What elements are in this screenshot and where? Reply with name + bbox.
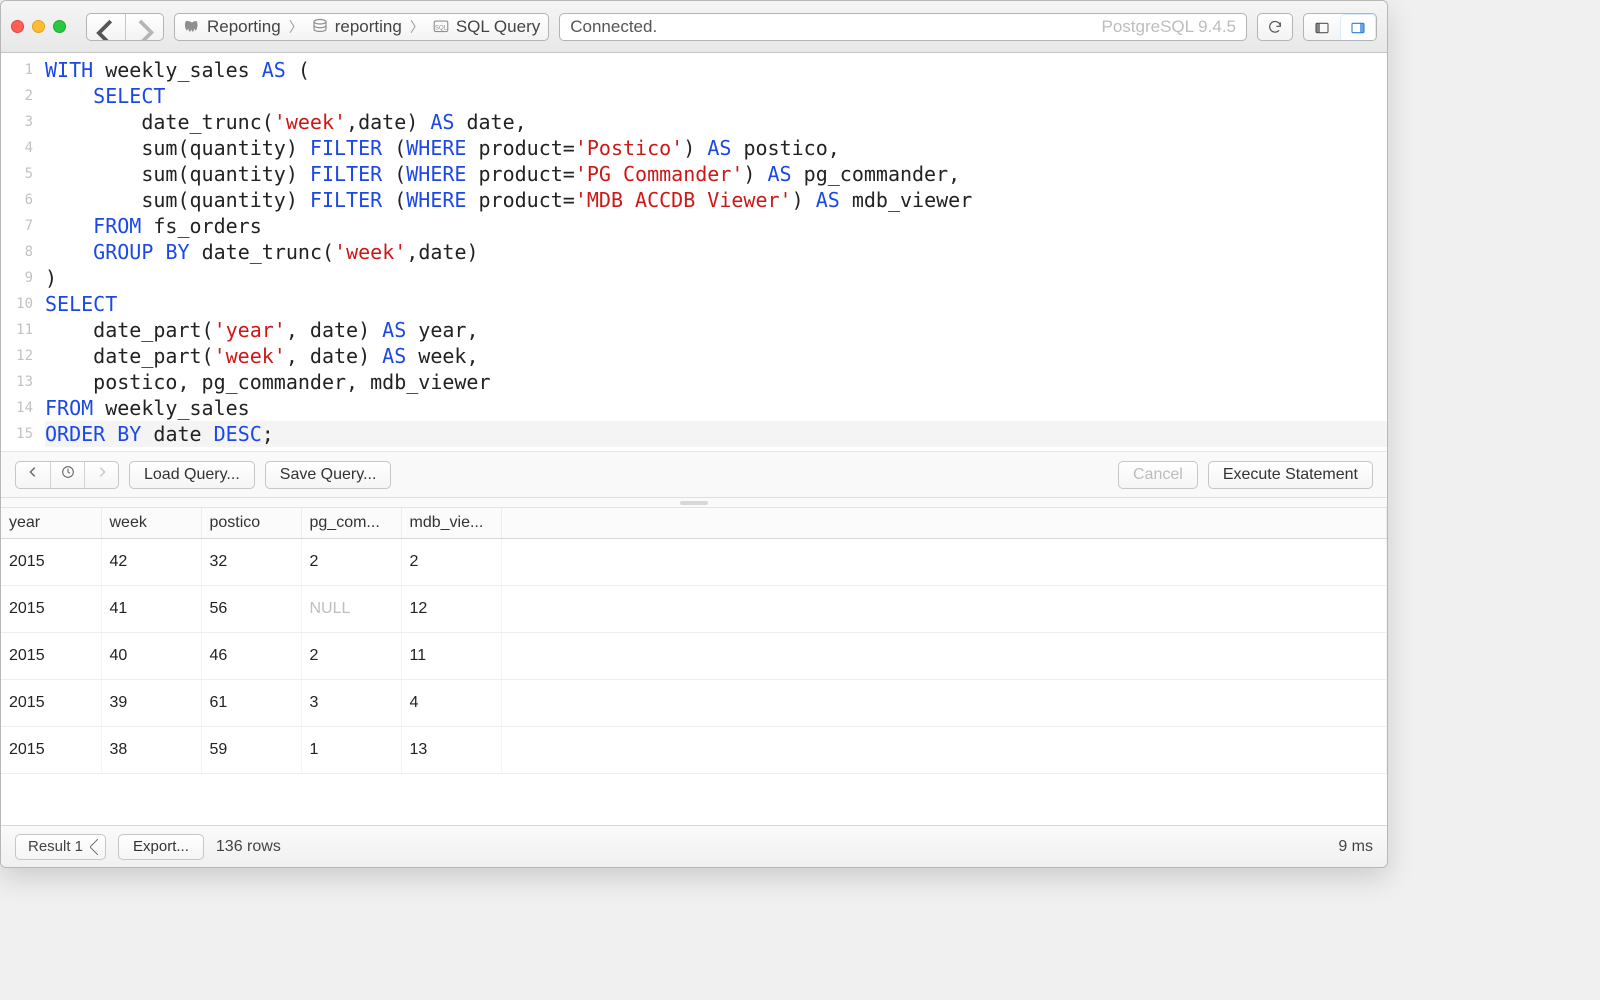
table-cell[interactable]: 46 [201, 633, 301, 680]
table-cell[interactable]: 2015 [1, 727, 101, 774]
table-row[interactable]: 2015423222 [1, 539, 1387, 586]
refresh-icon [1267, 19, 1283, 35]
sql-editor[interactable]: 123456789101112131415 WITH weekly_sales … [1, 53, 1387, 452]
table-cell-spacer [501, 539, 1387, 586]
zoom-window-button[interactable] [53, 20, 66, 33]
table-cell-spacer [501, 633, 1387, 680]
chevron-left-icon [87, 14, 125, 41]
history-forward-button[interactable] [84, 462, 118, 488]
table-row[interactable]: 20154046211 [1, 633, 1387, 680]
breadcrumb: Reporting 〉 reporting 〉 SQL SQL Query [174, 13, 549, 41]
close-window-button[interactable] [11, 20, 24, 33]
minimize-window-button[interactable] [32, 20, 45, 33]
table-cell-spacer [501, 586, 1387, 633]
breadcrumb-item-query[interactable]: SQL SQL Query [432, 17, 540, 37]
table-cell[interactable]: 2 [401, 539, 501, 586]
split-grip[interactable] [1, 498, 1387, 508]
nav-back-button[interactable] [87, 14, 125, 40]
table-cell[interactable]: 39 [101, 680, 201, 727]
chevron-right-icon: 〉 [408, 17, 426, 37]
toggle-left-sidebar-button[interactable] [1304, 14, 1340, 41]
table-cell[interactable]: 40 [101, 633, 201, 680]
table-cell[interactable]: 11 [401, 633, 501, 680]
connection-status-text: Connected. [570, 17, 657, 37]
breadcrumb-item-database[interactable]: reporting [311, 17, 402, 37]
column-header-pg-commander[interactable]: pg_com... [301, 508, 401, 539]
execute-statement-button[interactable]: Execute Statement [1208, 461, 1373, 489]
bottom-bar: Result 1 Export... 136 rows 9 ms [1, 825, 1387, 867]
toggle-right-sidebar-button[interactable] [1340, 14, 1376, 41]
refresh-button[interactable] [1257, 13, 1293, 41]
query-toolbar: Load Query... Save Query... Cancel Execu… [1, 452, 1387, 498]
column-header-mdb-viewer[interactable]: mdb_vie... [401, 508, 501, 539]
breadcrumb-label: SQL Query [456, 17, 540, 37]
panel-right-icon [1350, 20, 1366, 36]
table-cell[interactable]: 2 [301, 539, 401, 586]
cancel-button[interactable]: Cancel [1118, 461, 1198, 489]
table-row[interactable]: 20153859113 [1, 727, 1387, 774]
table-cell[interactable]: 2015 [1, 680, 101, 727]
table-cell[interactable]: 2015 [1, 586, 101, 633]
editor-gutter: 123456789101112131415 [1, 57, 41, 447]
results-pane: year week postico pg_com... mdb_vie... 2… [1, 508, 1387, 825]
table-cell[interactable]: 56 [201, 586, 301, 633]
server-version-text: PostgreSQL 9.4.5 [1101, 17, 1236, 37]
database-icon [311, 18, 329, 36]
table-cell[interactable]: 61 [201, 680, 301, 727]
chevron-right-icon [126, 14, 163, 41]
table-cell[interactable]: 38 [101, 727, 201, 774]
result-selector-popup[interactable]: Result 1 [15, 834, 106, 860]
table-cell[interactable]: 2015 [1, 633, 101, 680]
column-header-week[interactable]: week [101, 508, 201, 539]
load-query-button[interactable]: Load Query... [129, 461, 255, 489]
query-history-nav [15, 461, 119, 489]
elephant-icon [183, 18, 201, 36]
nav-forward-button[interactable] [125, 14, 163, 40]
table-cell[interactable]: 13 [401, 727, 501, 774]
window-traffic-lights [11, 20, 66, 33]
titlebar: Reporting 〉 reporting 〉 SQL SQL Query Co… [1, 1, 1387, 53]
app-window: Reporting 〉 reporting 〉 SQL SQL Query Co… [0, 0, 1388, 868]
table-cell[interactable]: 12 [401, 586, 501, 633]
table-cell[interactable]: 4 [401, 680, 501, 727]
editor-code[interactable]: WITH weekly_sales AS ( SELECT date_trunc… [41, 57, 1387, 447]
breadcrumb-item-connection[interactable]: Reporting [183, 17, 281, 37]
table-cell[interactable]: 2 [301, 633, 401, 680]
table-cell[interactable]: 41 [101, 586, 201, 633]
table-cell[interactable]: 42 [101, 539, 201, 586]
column-header-postico[interactable]: postico [201, 508, 301, 539]
clock-icon [60, 464, 76, 480]
table-row[interactable]: 20154156NULL12 [1, 586, 1387, 633]
table-cell[interactable]: 59 [201, 727, 301, 774]
table-cell[interactable]: 3 [301, 680, 401, 727]
chevron-left-icon [26, 465, 40, 479]
column-header-year[interactable]: year [1, 508, 101, 539]
column-header-spacer [501, 508, 1387, 539]
breadcrumb-label: reporting [335, 17, 402, 37]
row-count-text: 136 rows [216, 838, 281, 856]
chevron-right-icon [95, 465, 109, 479]
table-cell[interactable]: 32 [201, 539, 301, 586]
chevron-right-icon: 〉 [287, 17, 305, 37]
table-row[interactable]: 2015396134 [1, 680, 1387, 727]
results-table: year week postico pg_com... mdb_vie... 2… [1, 508, 1387, 774]
sidebar-toggle-group [1303, 13, 1377, 41]
history-list-button[interactable] [50, 462, 84, 488]
table-cell-spacer [501, 680, 1387, 727]
export-button[interactable]: Export... [118, 834, 204, 860]
svg-text:SQL: SQL [435, 25, 448, 31]
save-query-button[interactable]: Save Query... [265, 461, 392, 489]
table-cell[interactable]: NULL [301, 586, 401, 633]
table-cell-spacer [501, 727, 1387, 774]
connection-status-field: Connected. PostgreSQL 9.4.5 [559, 13, 1247, 41]
table-cell[interactable]: 2015 [1, 539, 101, 586]
result-selector-label: Result 1 [28, 838, 83, 855]
sql-icon: SQL [432, 18, 450, 36]
breadcrumb-label: Reporting [207, 17, 281, 37]
table-cell[interactable]: 1 [301, 727, 401, 774]
history-back-button[interactable] [16, 462, 50, 488]
timing-text: 9 ms [1338, 838, 1373, 856]
panel-left-icon [1314, 20, 1330, 36]
nav-back-forward [86, 13, 164, 41]
